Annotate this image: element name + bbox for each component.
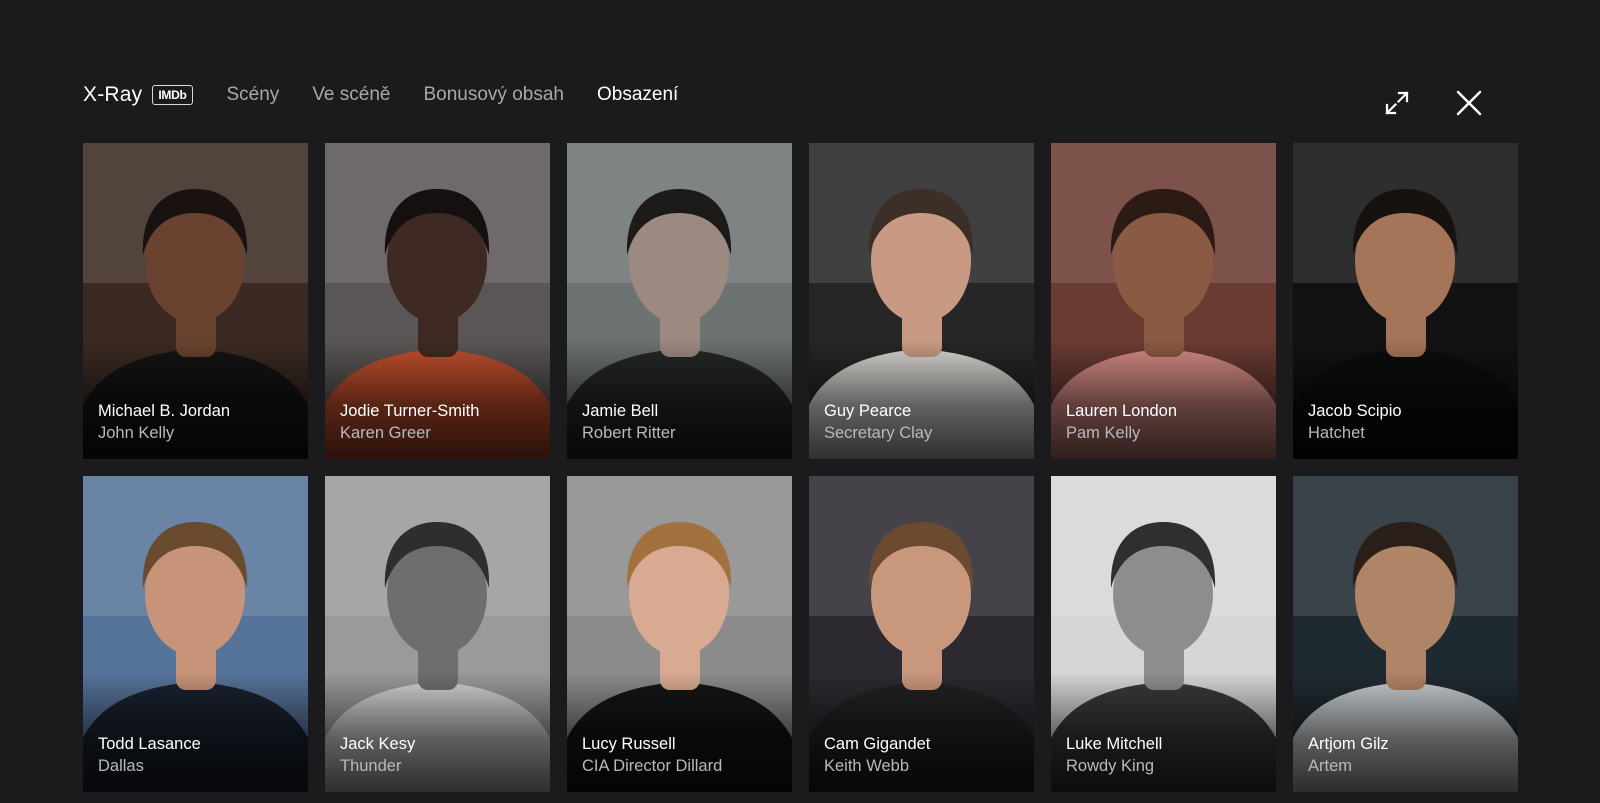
card-caption: Todd Lasance Dallas xyxy=(98,733,300,777)
card-caption: Artjom Gilz Artem xyxy=(1308,733,1510,777)
cast-card[interactable]: Luke Mitchell Rowdy King xyxy=(1051,476,1276,792)
role-name: Thunder xyxy=(340,757,402,775)
role-name: Rowdy King xyxy=(1066,757,1155,775)
cast-card[interactable]: Todd Lasance Dallas xyxy=(83,476,308,792)
cast-grid: Michael B. Jordan John Kelly Jodie Turne… xyxy=(83,143,1518,792)
actor-name: Cam Gigandet xyxy=(824,735,931,753)
actor-name: Lucy Russell xyxy=(582,735,676,753)
role-name: Hatchet xyxy=(1308,424,1365,442)
card-caption: Michael B. Jordan John Kelly xyxy=(98,400,300,444)
role-name: CIA Director Dillard xyxy=(582,757,723,775)
cast-card[interactable]: Jamie Bell Robert Ritter xyxy=(567,143,792,459)
actor-name: Jack Kesy xyxy=(340,735,416,753)
xray-cast-panel: X-Ray IMDb Scény Ve scéně Bonusový obsah… xyxy=(0,0,1600,803)
actor-name: Todd Lasance xyxy=(98,735,201,753)
card-caption: Cam Gigandet Keith Webb xyxy=(824,733,1026,777)
card-caption: Guy Pearce Secretary Clay xyxy=(824,400,1026,444)
tab-bonus-content[interactable]: Bonusový obsah xyxy=(423,84,564,106)
fullscreen-icon xyxy=(1385,91,1409,115)
role-name: Dallas xyxy=(98,757,144,775)
cast-card[interactable]: Artjom Gilz Artem xyxy=(1293,476,1518,792)
actor-name: Luke Mitchell xyxy=(1066,735,1163,753)
role-name: Karen Greer xyxy=(340,424,431,442)
tab-cast[interactable]: Obsazení xyxy=(597,84,678,106)
card-caption: Lucy Russell CIA Director Dillard xyxy=(582,733,784,777)
role-name: Artem xyxy=(1308,757,1353,775)
role-name: Keith Webb xyxy=(824,757,909,775)
tab-in-scene[interactable]: Ve scéně xyxy=(312,84,390,106)
card-caption: Jacob Scipio Hatchet xyxy=(1308,400,1510,444)
role-name: Secretary Clay xyxy=(824,424,933,442)
role-name: Pam Kelly xyxy=(1066,424,1141,442)
close-button[interactable] xyxy=(1452,86,1486,120)
cast-card[interactable]: Jodie Turner-Smith Karen Greer xyxy=(325,143,550,459)
card-caption: Jodie Turner-Smith Karen Greer xyxy=(340,400,542,444)
xray-title: X-Ray xyxy=(83,83,143,106)
cast-card[interactable]: Jack Kesy Thunder xyxy=(325,476,550,792)
actor-name: Jacob Scipio xyxy=(1308,402,1402,420)
cast-card[interactable]: Lucy Russell CIA Director Dillard xyxy=(567,476,792,792)
cast-card[interactable]: Guy Pearce Secretary Clay xyxy=(809,143,1034,459)
card-caption: Jamie Bell Robert Ritter xyxy=(582,400,784,444)
header-actions xyxy=(1380,86,1486,120)
actor-name: Michael B. Jordan xyxy=(98,402,231,420)
actor-name: Guy Pearce xyxy=(824,402,912,420)
xray-header: X-Ray IMDb Scény Ve scéně Bonusový obsah… xyxy=(83,78,711,112)
actor-name: Jamie Bell xyxy=(582,402,659,420)
role-name: John Kelly xyxy=(98,424,175,442)
tab-scenes[interactable]: Scény xyxy=(227,84,280,106)
card-caption: Luke Mitchell Rowdy King xyxy=(1066,733,1268,777)
card-caption: Jack Kesy Thunder xyxy=(340,733,542,777)
imdb-logo-badge: IMDb xyxy=(152,85,193,105)
cast-card[interactable]: Cam Gigandet Keith Webb xyxy=(809,476,1034,792)
actor-name: Lauren London xyxy=(1066,402,1178,420)
role-name: Robert Ritter xyxy=(582,424,676,442)
xray-brand: X-Ray IMDb xyxy=(83,83,193,107)
cast-card[interactable]: Lauren London Pam Kelly xyxy=(1051,143,1276,459)
actor-name: Artjom Gilz xyxy=(1308,735,1389,753)
cast-card[interactable]: Jacob Scipio Hatchet xyxy=(1293,143,1518,459)
card-caption: Lauren London Pam Kelly xyxy=(1066,400,1268,444)
close-icon xyxy=(1456,90,1482,116)
cast-card[interactable]: Michael B. Jordan John Kelly xyxy=(83,143,308,459)
fullscreen-button[interactable] xyxy=(1380,86,1414,120)
actor-name: Jodie Turner-Smith xyxy=(340,402,480,420)
